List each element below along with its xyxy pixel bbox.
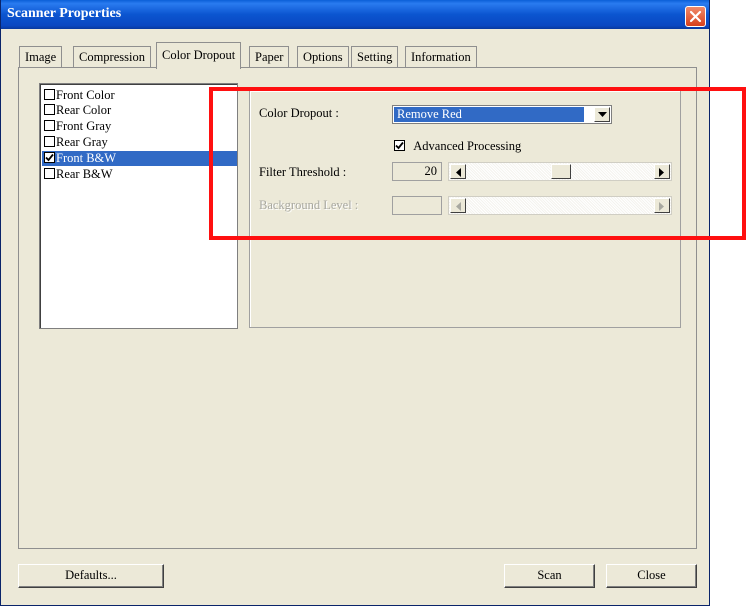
chevron-down-icon (598, 112, 607, 117)
close-icon (689, 10, 702, 23)
checkmark-icon (395, 141, 404, 150)
filter-threshold-slider[interactable] (448, 162, 672, 181)
filter-threshold-increase-button[interactable] (654, 164, 670, 179)
filter-threshold-label: Filter Threshold : (259, 165, 347, 179)
advanced-processing-option[interactable]: Advanced Processing (394, 138, 521, 154)
list-item-rear-bw[interactable]: Rear B&W (42, 167, 237, 182)
list-item-label: Rear Color (56, 103, 112, 117)
rear-bw-checkbox[interactable] (44, 168, 55, 179)
advanced-processing-checkbox[interactable] (394, 140, 405, 151)
defaults-button[interactable]: Defaults... (18, 564, 164, 588)
list-item-label: Front B&W (56, 151, 117, 165)
list-item-label: Rear Gray (56, 135, 108, 149)
color-dropout-value: Remove Red (394, 107, 584, 122)
scanner-properties-window: Scanner Properties Image Compression Col… (0, 0, 710, 606)
window-title: Scanner Properties (7, 6, 122, 21)
background-level-slider (448, 196, 672, 215)
title-bar[interactable]: Scanner Properties (1, 0, 709, 29)
tab-paper[interactable]: Paper (249, 46, 290, 68)
list-item-label: Rear B&W (56, 167, 113, 181)
list-item-rear-gray[interactable]: Rear Gray (42, 135, 237, 150)
background-level-label: Background Level : (259, 198, 359, 212)
front-color-checkbox[interactable] (44, 89, 55, 100)
background-level-increase-button (654, 198, 670, 213)
window-close-button[interactable] (685, 6, 706, 27)
filter-threshold-value[interactable]: 20 (392, 162, 442, 181)
filter-threshold-slider-thumb[interactable] (551, 164, 571, 179)
tab-information[interactable]: Information (405, 46, 477, 68)
color-dropout-select[interactable]: Remove Red (392, 105, 612, 124)
color-dropout-dropdown-button[interactable] (594, 107, 610, 122)
background-level-value (392, 196, 442, 215)
image-type-list[interactable]: Front Color Rear Color Front Gray Rear G… (39, 83, 238, 329)
filter-threshold-decrease-button[interactable] (450, 164, 466, 179)
arrow-right-icon (659, 202, 664, 211)
tab-options[interactable]: Options (297, 46, 349, 68)
close-button[interactable]: Close (606, 564, 697, 588)
advanced-processing-label: Advanced Processing (413, 139, 522, 153)
list-item-rear-color[interactable]: Rear Color (42, 103, 237, 118)
color-dropout-panel: Front Color Rear Color Front Gray Rear G… (18, 67, 697, 549)
list-item-label: Front Gray (56, 119, 112, 133)
tab-compression[interactable]: Compression (73, 46, 151, 68)
rear-color-checkbox[interactable] (44, 104, 55, 115)
list-item-front-bw[interactable]: Front B&W (42, 151, 237, 166)
rear-gray-checkbox[interactable] (44, 136, 55, 147)
list-item-front-gray[interactable]: Front Gray (42, 119, 237, 134)
checkmark-icon (45, 153, 54, 162)
tab-image[interactable]: Image (19, 46, 63, 68)
background-level-decrease-button (450, 198, 466, 213)
color-dropout-label: Color Dropout : (259, 106, 339, 120)
arrow-right-icon (659, 168, 664, 177)
front-bw-checkbox[interactable] (44, 152, 55, 163)
list-item-front-color[interactable]: Front Color (42, 88, 237, 103)
front-gray-checkbox[interactable] (44, 120, 55, 131)
arrow-left-icon (456, 168, 461, 177)
tab-color-dropout[interactable]: Color Dropout (156, 42, 242, 69)
list-item-label: Front Color (56, 88, 115, 102)
tab-setting[interactable]: Setting (351, 46, 399, 68)
scan-button[interactable]: Scan (504, 564, 595, 588)
arrow-left-icon (456, 202, 461, 211)
